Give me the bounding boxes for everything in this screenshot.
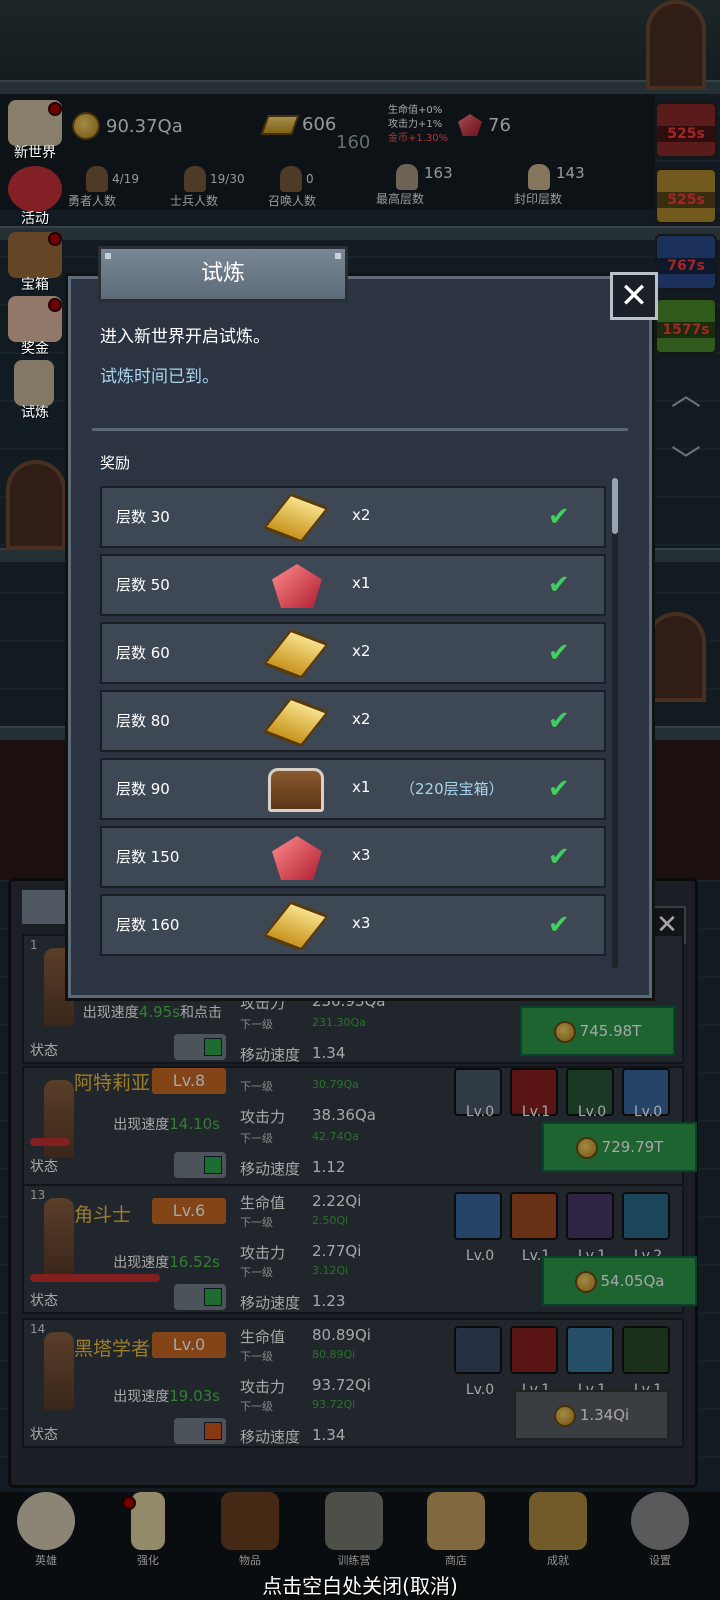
- reward-row: 层数 160 x3 ✔: [100, 894, 606, 956]
- check-icon: ✔: [548, 706, 570, 736]
- trial-status: 试炼时间已到。: [100, 367, 219, 387]
- gold-bar-icon: [262, 628, 330, 680]
- gold-bar-icon: [262, 696, 330, 748]
- check-icon: ✔: [548, 774, 570, 804]
- close-hint: 点击空白处关闭(取消): [262, 1574, 458, 1598]
- ruby-icon: [272, 836, 322, 880]
- check-icon: ✔: [548, 842, 570, 872]
- reward-row: 层数 50 x1 ✔: [100, 554, 606, 616]
- ruby-icon: [272, 564, 322, 608]
- reward-row: 层数 80 x2 ✔: [100, 690, 606, 752]
- reward-row: 层数 30 x2 ✔: [100, 486, 606, 548]
- divider: [92, 428, 628, 431]
- trial-description: 进入新世界开启试炼。: [100, 327, 270, 347]
- reward-row: 层数 90 x1 （220层宝箱） ✔: [100, 758, 606, 820]
- modal-close-button[interactable]: ✕: [610, 272, 658, 320]
- scrollbar-thumb[interactable]: [612, 478, 618, 534]
- modal-title: 试炼: [98, 246, 348, 302]
- gold-bar-icon: [262, 492, 330, 544]
- treasure-chest-icon: [268, 768, 324, 812]
- gold-bar-icon: [262, 900, 330, 952]
- check-icon: ✔: [548, 638, 570, 668]
- check-icon: ✔: [548, 910, 570, 940]
- reward-row: 层数 150 x3 ✔: [100, 826, 606, 888]
- reward-row: 层数 60 x2 ✔: [100, 622, 606, 684]
- reward-list[interactable]: 层数 30 x2 ✔ 层数 50 x1 ✔ 层数 60 x2 ✔ 层数 80 x…: [100, 486, 606, 966]
- check-icon: ✔: [548, 502, 570, 532]
- check-icon: ✔: [548, 570, 570, 600]
- reward-scrollbar[interactable]: [612, 478, 618, 968]
- reward-heading: 奖励: [100, 454, 131, 472]
